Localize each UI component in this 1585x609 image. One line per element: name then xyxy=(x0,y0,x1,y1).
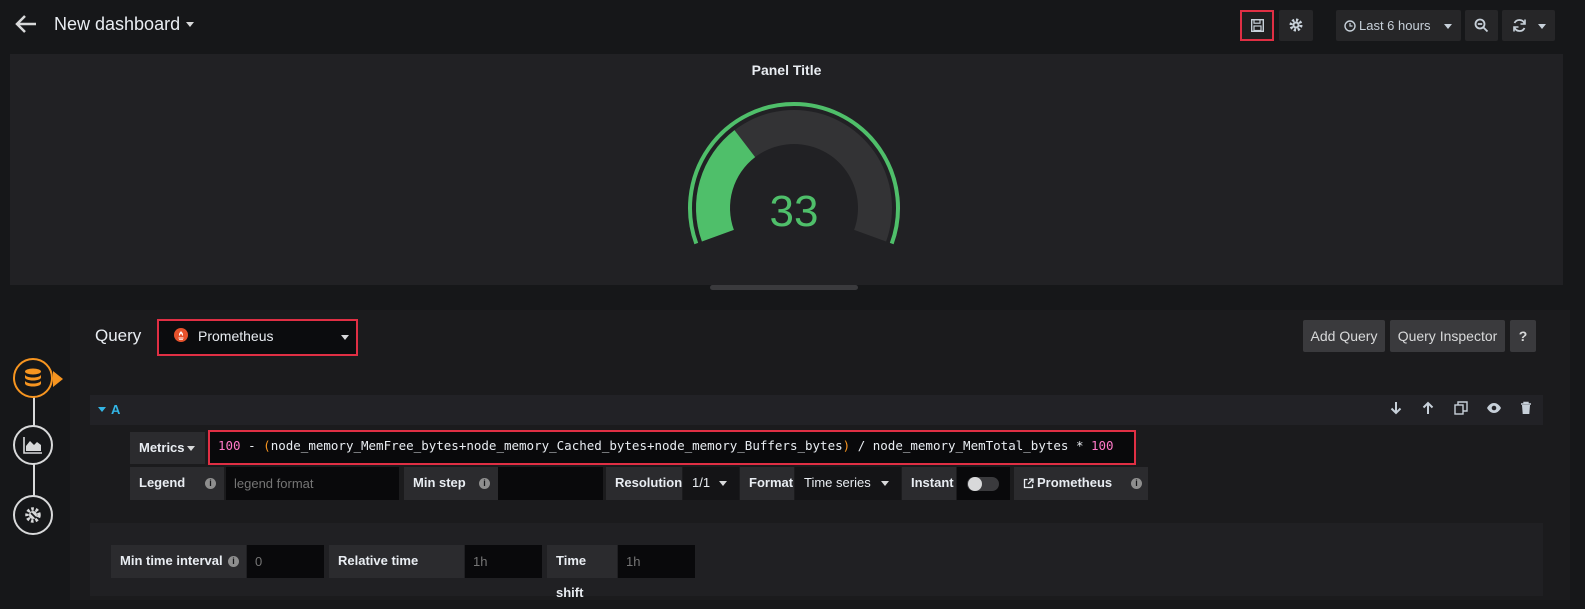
min-step-label-text: Min step xyxy=(413,475,466,490)
info-icon[interactable]: i xyxy=(479,478,490,489)
chevron-down-icon xyxy=(1444,24,1452,29)
query-inspector-button[interactable]: Query Inspector xyxy=(1390,320,1505,352)
resolution-label-text: Resolution xyxy=(615,475,683,490)
time-shift-input[interactable] xyxy=(618,545,695,578)
chevron-down-icon xyxy=(881,481,889,486)
query-row-header[interactable] xyxy=(90,395,1543,425)
dashboard-settings-button[interactable] xyxy=(1279,10,1313,41)
chevron-down-icon xyxy=(719,481,727,486)
panel-resize-handle[interactable] xyxy=(710,285,858,290)
trash-icon[interactable] xyxy=(1518,401,1534,417)
refresh-icon xyxy=(1513,19,1526,32)
move-down-icon[interactable] xyxy=(1388,401,1404,417)
collapse-caret-icon[interactable] xyxy=(98,407,106,412)
resolution-value: 1/1 xyxy=(692,475,711,490)
prometheus-icon xyxy=(174,328,188,342)
min-time-interval-label-text: Min time interval xyxy=(120,553,223,568)
back-arrow-icon[interactable] xyxy=(14,12,40,38)
expr-number: 100 xyxy=(218,438,241,453)
legend-label-text: Legend xyxy=(139,475,186,490)
arrow-left-icon xyxy=(15,15,36,33)
zoom-out-icon xyxy=(1474,18,1489,33)
chevron-down-icon xyxy=(1538,24,1546,29)
relative-time-label-text: Relative time xyxy=(338,553,419,568)
min-time-interval-input[interactable] xyxy=(247,545,324,578)
expr-divide: / node_memory_MemTotal_bytes * xyxy=(850,438,1091,453)
clock-icon xyxy=(1344,20,1356,32)
legend-format-input[interactable] xyxy=(226,467,399,500)
time-shift-label-text: Time shift xyxy=(556,553,587,600)
resolution-select[interactable]: 1/1 xyxy=(683,467,739,500)
min-step-input[interactable] xyxy=(498,467,603,500)
gauge-panel: Panel Title 33 xyxy=(10,54,1563,285)
add-query-button[interactable]: Add Query xyxy=(1303,320,1385,352)
gauge-value-text: 33 xyxy=(770,187,819,236)
eye-icon[interactable] xyxy=(1486,401,1502,417)
format-value: Time series xyxy=(804,475,871,490)
zoom-out-button[interactable] xyxy=(1465,10,1498,41)
min-time-interval-label: Min time interval i xyxy=(111,545,246,578)
info-icon[interactable]: i xyxy=(205,478,216,489)
relative-time-input[interactable] xyxy=(465,545,542,578)
prometheus-link-text: Prometheus xyxy=(1037,475,1113,490)
instant-toggle-knob[interactable] xyxy=(968,477,982,491)
resolution-label: Resolution xyxy=(606,467,682,500)
area-chart-icon xyxy=(23,437,42,454)
expression-text[interactable]: 100 - (node_memory_MemFree_bytes+node_me… xyxy=(218,438,1114,453)
refresh-button[interactable] xyxy=(1502,10,1555,41)
save-dashboard-button[interactable] xyxy=(1240,10,1274,41)
metrics-label-text: Metrics xyxy=(139,440,185,455)
info-icon[interactable]: i xyxy=(228,556,239,567)
datasource-name: Prometheus xyxy=(198,328,274,344)
chevron-down-icon[interactable] xyxy=(187,446,195,451)
query-ref-id[interactable]: A xyxy=(111,402,120,417)
format-label-text: Format xyxy=(749,475,794,490)
panel-title[interactable]: Panel Title xyxy=(10,62,1563,78)
dashboard-title-caret-icon[interactable] xyxy=(186,22,194,27)
min-step-label: Min step i xyxy=(404,467,498,500)
relative-time-label: Relative time xyxy=(329,545,464,578)
move-up-icon[interactable] xyxy=(1420,401,1436,417)
database-icon xyxy=(25,368,41,387)
queries-tab[interactable] xyxy=(13,358,53,398)
prometheus-help-link[interactable]: Prometheus i xyxy=(1014,467,1148,500)
dashboard-title[interactable]: New dashboard xyxy=(54,14,180,35)
general-tab[interactable] xyxy=(13,495,53,535)
query-section-title: Query xyxy=(95,326,142,345)
external-link-icon xyxy=(1023,478,1034,489)
time-range-label: Last 6 hours xyxy=(1359,18,1431,33)
expr-operator: - xyxy=(240,438,264,453)
format-label: Format xyxy=(740,467,794,500)
gear-icon xyxy=(1289,18,1303,32)
cog-wrench-icon xyxy=(25,507,41,523)
info-icon[interactable]: i xyxy=(1131,478,1142,489)
expr-number: 100 xyxy=(1091,438,1114,453)
time-shift-label: Time shift xyxy=(547,545,617,600)
expr-sum: node_memory_MemFree_bytes+node_memory_Ca… xyxy=(270,438,843,453)
chevron-down-icon xyxy=(341,335,349,340)
save-icon xyxy=(1251,19,1264,32)
time-picker-button[interactable]: Last 6 hours xyxy=(1336,10,1461,41)
expr-paren-open: ( xyxy=(263,438,271,453)
help-button[interactable]: ? xyxy=(1510,320,1536,352)
legend-label: Legend i xyxy=(130,467,224,500)
visualization-tab[interactable] xyxy=(13,425,53,465)
duplicate-icon[interactable] xyxy=(1453,401,1469,417)
active-tab-arrow-icon xyxy=(53,371,63,387)
instant-label: Instant xyxy=(902,467,956,500)
gauge-value-arc xyxy=(696,130,756,242)
gauge-chart: 33 xyxy=(688,102,900,245)
instant-label-text: Instant xyxy=(911,475,954,490)
format-select[interactable]: Time series xyxy=(795,467,901,500)
